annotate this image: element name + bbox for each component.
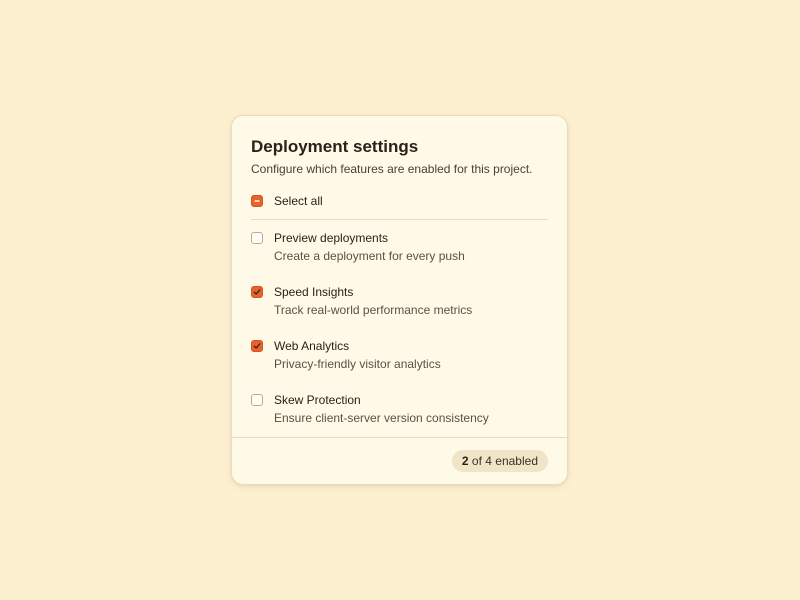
minus-icon bbox=[254, 200, 260, 202]
feature-title: Web Analytics bbox=[274, 339, 350, 353]
enabled-count-badge: 2 of 4 enabled bbox=[451, 450, 548, 472]
speed-insights-checkbox[interactable] bbox=[251, 286, 263, 298]
card-title: Deployment settings bbox=[251, 137, 419, 156]
deployment-settings-card: Deployment settings Configure which feat… bbox=[231, 115, 568, 485]
feature-title: Preview deployments bbox=[274, 231, 389, 245]
select-all-checkbox[interactable] bbox=[251, 195, 263, 207]
card-subtitle: Configure which features are enabled for… bbox=[251, 162, 533, 176]
feature-description: Privacy-friendly visitor analytics bbox=[274, 357, 441, 371]
enabled-count: 2 bbox=[461, 454, 469, 468]
feature-list: Preview deployments Create a deployment … bbox=[251, 231, 548, 447]
feature-item-speed-insights[interactable]: Speed Insights Track real-world performa… bbox=[251, 285, 548, 339]
card-footer: 2 of 4 enabled bbox=[232, 437, 567, 484]
select-all-label: Select all bbox=[274, 194, 323, 208]
feature-description: Create a deployment for every push bbox=[274, 249, 465, 263]
skew-protection-checkbox[interactable] bbox=[251, 394, 263, 406]
web-analytics-checkbox[interactable] bbox=[251, 340, 263, 352]
preview-deployments-checkbox[interactable] bbox=[251, 232, 263, 244]
feature-item-web-analytics[interactable]: Web Analytics Privacy-friendly visitor a… bbox=[251, 339, 548, 393]
enabled-count-suffix: of 4 enabled bbox=[468, 454, 538, 468]
feature-item-preview-deployments[interactable]: Preview deployments Create a deployment … bbox=[251, 231, 548, 285]
feature-title: Skew Protection bbox=[274, 393, 361, 407]
feature-description: Ensure client-server version consistency bbox=[274, 411, 489, 425]
select-all-row[interactable]: Select all bbox=[251, 194, 548, 208]
feature-description: Track real-world performance metrics bbox=[274, 303, 473, 317]
check-icon bbox=[253, 289, 261, 295]
check-icon bbox=[253, 343, 261, 349]
divider bbox=[251, 219, 548, 220]
feature-title: Speed Insights bbox=[274, 285, 354, 299]
